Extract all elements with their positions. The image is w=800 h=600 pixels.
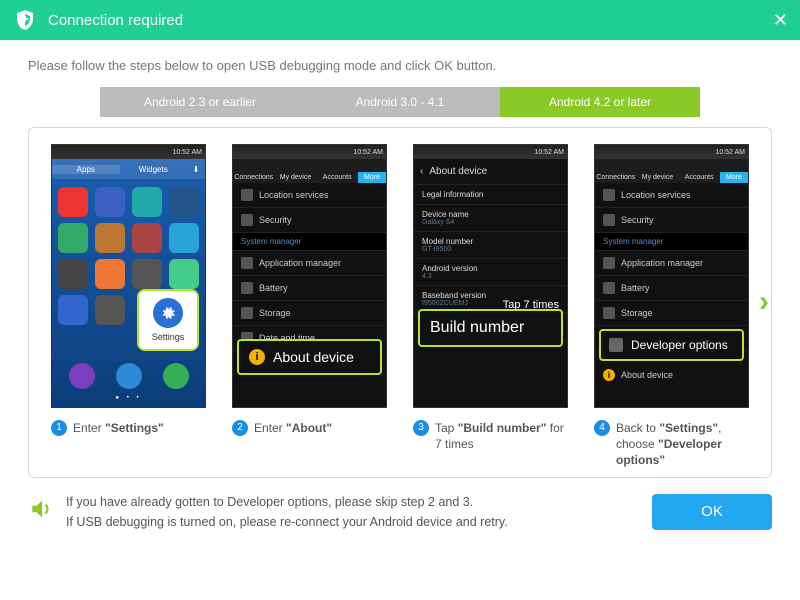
step-4: 10:52 AM Connections My device Accounts …: [594, 144, 749, 469]
steps-panel: 10:52 AM AppsWidgets⬇: [28, 127, 772, 478]
close-icon[interactable]: ✕: [773, 10, 788, 31]
build-number-highlight: Build number: [418, 309, 563, 347]
settings-highlight: Settings: [137, 289, 199, 351]
shield-icon: [12, 7, 38, 33]
info-icon: i: [249, 349, 265, 365]
android-version-tabs: Android 2.3 or earlier Android 3.0 - 4.1…: [28, 87, 772, 117]
step-3-label: 3 Tap "Build number" for 7 times: [413, 420, 568, 452]
step-2: 10:52 AM Connections My device Accounts …: [232, 144, 387, 469]
tab-android-23[interactable]: Android 2.3 or earlier: [100, 87, 300, 117]
footer-note: If you have already gotten to Developer …: [66, 492, 508, 532]
about-device-highlight: i About device: [237, 339, 382, 375]
phone-screenshot-3: 10:52 AM ‹About device Legal information…: [413, 144, 568, 408]
developer-options-highlight: Developer options: [599, 329, 744, 361]
phone-screenshot-2: 10:52 AM Connections My device Accounts …: [232, 144, 387, 408]
instruction-text: Please follow the steps below to open US…: [28, 58, 772, 73]
step-1: 10:52 AM AppsWidgets⬇: [51, 144, 206, 469]
phone-screenshot-4: 10:52 AM Connections My device Accounts …: [594, 144, 749, 408]
window-title: Connection required: [48, 12, 183, 29]
step-4-label: 4 Back to "Settings", choose "Developer …: [594, 420, 749, 469]
step-3: 10:52 AM ‹About device Legal information…: [413, 144, 568, 469]
gear-icon: [153, 298, 183, 328]
tab-android-42[interactable]: Android 4.2 or later: [500, 87, 700, 117]
step-1-label: 1 Enter "Settings": [51, 420, 206, 436]
footer: If you have already gotten to Developer …: [0, 478, 800, 532]
back-icon: ‹: [420, 166, 423, 177]
step-2-label: 2 Enter "About": [232, 420, 387, 436]
status-bar: 10:52 AM: [52, 145, 205, 159]
ok-button[interactable]: OK: [652, 494, 772, 530]
developer-icon: [609, 338, 623, 352]
info-icon: i: [603, 369, 615, 381]
next-arrow-icon[interactable]: ›: [755, 285, 773, 319]
phone-screenshot-1: 10:52 AM AppsWidgets⬇: [51, 144, 206, 408]
tab-android-30[interactable]: Android 3.0 - 4.1: [300, 87, 500, 117]
title-bar: Connection required ✕: [0, 0, 800, 40]
speaker-icon: [28, 496, 54, 527]
